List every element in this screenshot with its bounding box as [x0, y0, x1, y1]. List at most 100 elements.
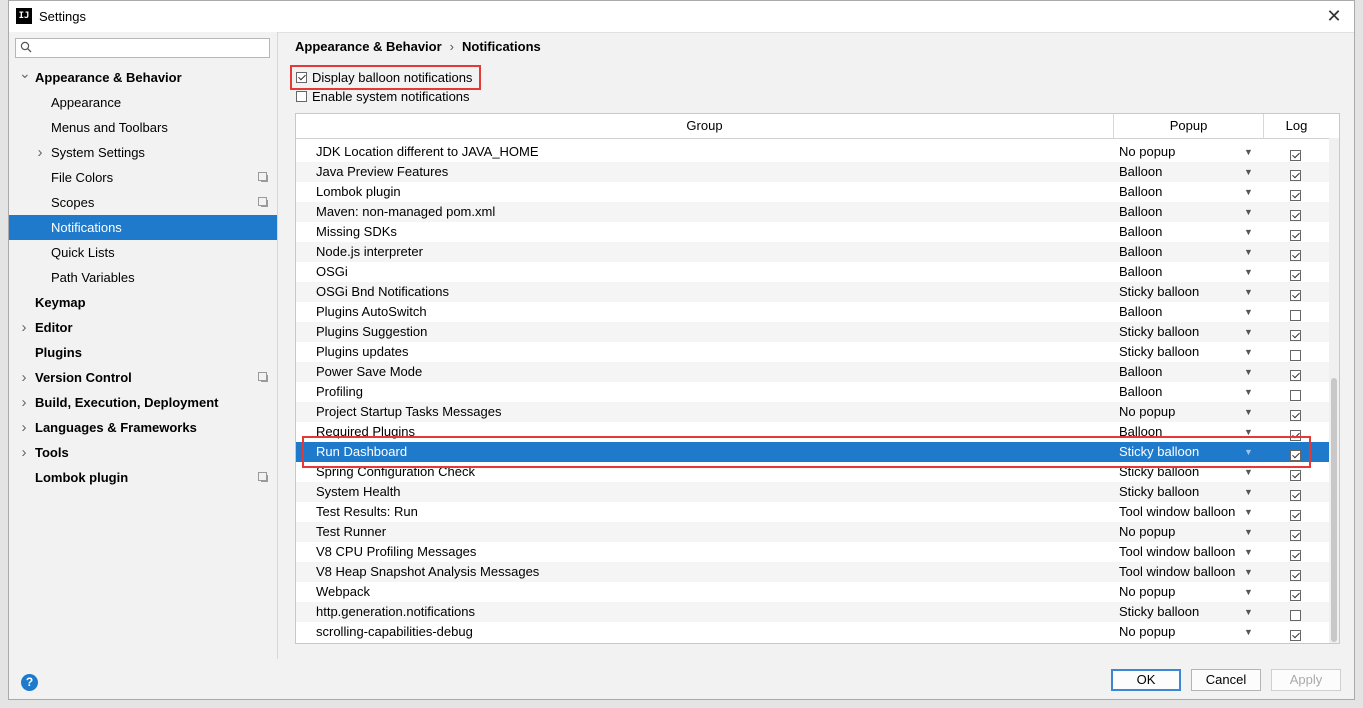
table-row[interactable]: scrolling-capabilities-debug No popup ▼: [296, 622, 1329, 642]
log-checkbox[interactable]: [1290, 290, 1301, 301]
popup-cell[interactable]: Sticky balloon: [1119, 442, 1199, 462]
log-checkbox[interactable]: [1290, 630, 1301, 641]
dropdown-arrow-icon[interactable]: ▼: [1244, 402, 1253, 422]
dropdown-arrow-icon[interactable]: ▼: [1244, 162, 1253, 182]
table-row[interactable]: Webpack No popup ▼: [296, 582, 1329, 602]
chevron-right-icon[interactable]: ›: [19, 415, 29, 440]
breadcrumb-parent[interactable]: Appearance & Behavior: [295, 39, 442, 54]
table-row[interactable]: V8 Heap Snapshot Analysis Messages Tool w…: [296, 562, 1329, 582]
table-row[interactable]: Missing SDKs Balloon ▼: [296, 222, 1329, 242]
popup-cell[interactable]: Tool window balloon: [1119, 542, 1235, 562]
dropdown-arrow-icon[interactable]: ▼: [1244, 282, 1253, 302]
chevron-right-icon[interactable]: ›: [19, 440, 29, 465]
sidebar-item-build-execution-deployment[interactable]: › Build, Execution, Deployment: [9, 390, 277, 415]
dropdown-arrow-icon[interactable]: ▼: [1244, 542, 1253, 562]
table-row[interactable]: V8 CPU Profiling Messages Tool window bal…: [296, 542, 1329, 562]
search-box[interactable]: [15, 38, 270, 58]
dropdown-arrow-icon[interactable]: ▼: [1244, 202, 1253, 222]
table-row[interactable]: Maven: non-managed pom.xml Balloon ▼: [296, 202, 1329, 222]
popup-cell[interactable]: Balloon: [1119, 162, 1162, 182]
log-checkbox[interactable]: [1290, 270, 1301, 281]
popup-cell[interactable]: Balloon: [1119, 242, 1162, 262]
table-row[interactable]: Java Preview Features Balloon ▼: [296, 162, 1329, 182]
dropdown-arrow-icon[interactable]: ▼: [1244, 182, 1253, 202]
log-checkbox[interactable]: [1290, 170, 1301, 181]
popup-cell[interactable]: Sticky balloon: [1119, 282, 1199, 302]
dropdown-arrow-icon[interactable]: ▼: [1244, 142, 1253, 162]
popup-cell[interactable]: Balloon: [1119, 302, 1162, 322]
sidebar-item-appearance-behavior[interactable]: ⌄ Appearance & Behavior: [9, 65, 277, 90]
sidebar-item-lombok-plugin[interactable]: Lombok plugin: [9, 465, 277, 490]
dropdown-arrow-icon[interactable]: ▼: [1244, 502, 1253, 522]
table-row[interactable]: Profiling Balloon ▼: [296, 382, 1329, 402]
chevron-right-icon[interactable]: ›: [19, 390, 29, 415]
scrollbar-thumb[interactable]: [1331, 378, 1337, 642]
table-scrollbar[interactable]: [1329, 138, 1339, 643]
log-checkbox[interactable]: [1290, 410, 1301, 421]
dropdown-arrow-icon[interactable]: ▼: [1244, 242, 1253, 262]
log-checkbox[interactable]: [1290, 450, 1301, 461]
log-checkbox[interactable]: [1290, 250, 1301, 261]
table-row[interactable]: OSGi Balloon ▼: [296, 262, 1329, 282]
display-balloon-option[interactable]: Display balloon notifications: [296, 69, 472, 87]
search-input[interactable]: [38, 40, 270, 58]
table-row[interactable]: Project Startup Tasks Messages No popup ▼: [296, 402, 1329, 422]
table-row[interactable]: JDK Location different to JAVA_HOME No po…: [296, 142, 1329, 162]
sidebar-item-version-control[interactable]: › Version Control: [9, 365, 277, 390]
popup-cell[interactable]: Sticky balloon: [1119, 342, 1199, 362]
popup-cell[interactable]: No popup: [1119, 522, 1175, 542]
dropdown-arrow-icon[interactable]: ▼: [1244, 582, 1253, 602]
sidebar-item-languages-frameworks[interactable]: › Languages & Frameworks: [9, 415, 277, 440]
chevron-right-icon[interactable]: ›: [19, 365, 29, 390]
log-checkbox[interactable]: [1290, 370, 1301, 381]
dropdown-arrow-icon[interactable]: ▼: [1244, 302, 1253, 322]
sidebar-item-scopes[interactable]: Scopes: [9, 190, 277, 215]
dropdown-arrow-icon[interactable]: ▼: [1244, 422, 1253, 442]
sidebar-item-system-settings[interactable]: › System Settings: [9, 140, 277, 165]
popup-cell[interactable]: No popup: [1119, 402, 1175, 422]
popup-cell[interactable]: Sticky balloon: [1119, 322, 1199, 342]
column-header-log[interactable]: Log: [1264, 114, 1329, 138]
dropdown-arrow-icon[interactable]: ▼: [1244, 482, 1253, 502]
table-row[interactable]: Required Plugins Balloon ▼: [296, 422, 1329, 442]
sidebar-item-path-variables[interactable]: Path Variables: [9, 265, 277, 290]
log-checkbox[interactable]: [1290, 150, 1301, 161]
log-checkbox[interactable]: [1290, 610, 1301, 621]
popup-cell[interactable]: Balloon: [1119, 382, 1162, 402]
table-row[interactable]: Test Results: Run Tool window balloon ▼: [296, 502, 1329, 522]
dropdown-arrow-icon[interactable]: ▼: [1244, 462, 1253, 482]
enable-system-checkbox[interactable]: [296, 91, 307, 102]
dropdown-arrow-icon[interactable]: ▼: [1244, 382, 1253, 402]
popup-cell[interactable]: Balloon: [1119, 182, 1162, 202]
table-row[interactable]: OSGi Bnd Notifications Sticky balloon ▼: [296, 282, 1329, 302]
popup-cell[interactable]: No popup: [1119, 582, 1175, 602]
display-balloon-checkbox[interactable]: [296, 72, 307, 83]
log-checkbox[interactable]: [1290, 350, 1301, 361]
table-row[interactable]: Spring Configuration Check Sticky balloon…: [296, 462, 1329, 482]
chevron-down-icon[interactable]: ⌄: [19, 61, 31, 86]
log-checkbox[interactable]: [1290, 330, 1301, 341]
sidebar-item-file-colors[interactable]: File Colors: [9, 165, 277, 190]
sidebar-item-notifications[interactable]: Notifications: [9, 215, 277, 240]
help-button[interactable]: ?: [21, 674, 38, 691]
popup-cell[interactable]: Tool window balloon: [1119, 502, 1235, 522]
popup-cell[interactable]: Balloon: [1119, 422, 1162, 442]
table-row[interactable]: Plugins Suggestion Sticky balloon ▼: [296, 322, 1329, 342]
table-row[interactable]: Plugins updates Sticky balloon ▼: [296, 342, 1329, 362]
log-checkbox[interactable]: [1290, 530, 1301, 541]
dropdown-arrow-icon[interactable]: ▼: [1244, 362, 1253, 382]
dropdown-arrow-icon[interactable]: ▼: [1244, 222, 1253, 242]
log-checkbox[interactable]: [1290, 490, 1301, 501]
chevron-right-icon[interactable]: ›: [35, 140, 45, 165]
log-checkbox[interactable]: [1290, 550, 1301, 561]
popup-cell[interactable]: No popup: [1119, 142, 1175, 162]
log-checkbox[interactable]: [1290, 510, 1301, 521]
popup-cell[interactable]: Sticky balloon: [1119, 482, 1199, 502]
log-checkbox[interactable]: [1290, 430, 1301, 441]
apply-button[interactable]: Apply: [1271, 669, 1341, 691]
log-checkbox[interactable]: [1290, 230, 1301, 241]
popup-cell[interactable]: No popup: [1119, 622, 1175, 642]
sidebar-item-plugins[interactable]: Plugins: [9, 340, 277, 365]
popup-cell[interactable]: Balloon: [1119, 362, 1162, 382]
sidebar-item-editor[interactable]: › Editor: [9, 315, 277, 340]
